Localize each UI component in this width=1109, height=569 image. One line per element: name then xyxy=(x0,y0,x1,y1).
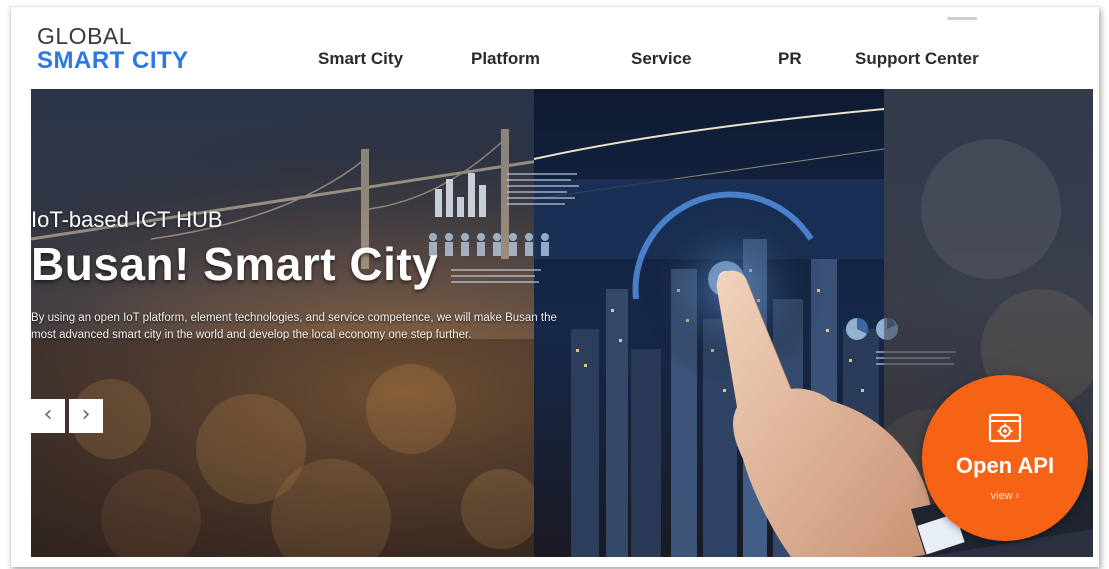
open-api-view-link[interactable]: view › xyxy=(922,490,1088,502)
chevron-left-icon: ‹ xyxy=(43,402,53,427)
hero-description: By using an open IoT platform, element t… xyxy=(31,312,557,341)
open-api-label: Open API xyxy=(955,453,1055,478)
nav-item-service[interactable]: Service xyxy=(631,49,692,69)
site-header: GLOBAL SMART CITY Smart City Platform Se… xyxy=(11,7,1099,89)
top-utility-link[interactable] xyxy=(947,17,977,20)
hero-title: Busan! Smart City xyxy=(31,238,439,290)
browser-gear-icon xyxy=(988,413,1022,443)
nav-item-support-center[interactable]: Support Center xyxy=(855,49,979,69)
chevron-right-icon: › xyxy=(81,402,91,427)
nav-item-smart-city[interactable]: Smart City xyxy=(318,49,403,69)
logo-line-global: GLOBAL xyxy=(37,23,133,49)
open-api-button[interactable]: Open API view › xyxy=(922,375,1088,541)
logo-line-smart-city: SMART CITY xyxy=(37,47,189,74)
site-logo[interactable]: GLOBAL SMART CITY xyxy=(37,25,189,73)
hero-prev-button[interactable]: ‹ xyxy=(31,399,65,433)
nav-item-pr[interactable]: PR xyxy=(778,49,802,69)
hero-next-button[interactable]: › xyxy=(69,399,103,433)
hero-banner: IoT-based ICT HUB Busan! Smart City By u… xyxy=(31,89,1093,557)
page-frame: GLOBAL SMART CITY Smart City Platform Se… xyxy=(10,6,1099,567)
nav-item-platform[interactable]: Platform xyxy=(471,49,540,69)
hero-subtitle: IoT-based ICT HUB xyxy=(31,207,223,232)
